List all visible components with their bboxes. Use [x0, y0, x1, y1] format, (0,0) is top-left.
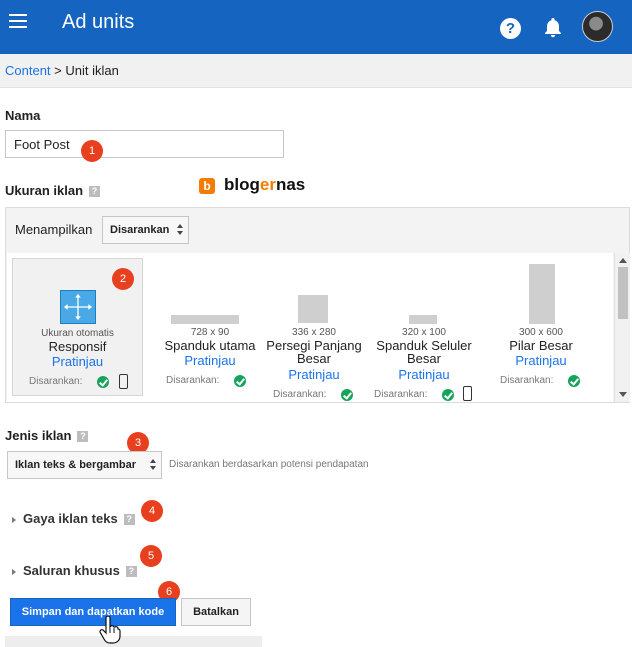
ad-type-hint: Disarankan berdasarkan potensi pendapata… [169, 459, 369, 470]
ad-unit-name: Spanduk Seluler Besar [376, 338, 472, 366]
breadcrumb-link-content[interactable]: Content [5, 63, 51, 78]
check-circle-icon [97, 376, 109, 388]
text-ad-style-toggle[interactable]: Gaya iklan teks? [12, 511, 135, 526]
ad-unit-leaderboard[interactable]: 728 x 90 Spanduk utama Pratinjau Disaran… [156, 258, 264, 396]
breadcrumb-separator: > [54, 63, 62, 78]
ad-type-value: Iklan teks & bergambar [15, 459, 137, 471]
menu-icon[interactable] [9, 14, 27, 28]
recommended-label: Disarankan: [166, 375, 220, 386]
blogernas-logo-text: blogernas [224, 175, 305, 195]
ad-type-label: Jenis iklan? [5, 428, 89, 443]
ad-unit-large-rectangle[interactable]: 336 x 280 Persegi Panjang Besar Pratinja… [264, 258, 364, 401]
ad-size-preview-shape [409, 315, 437, 324]
ad-unit-dimension: 300 x 600 [519, 327, 563, 338]
logo-text-part: blog [224, 175, 260, 194]
ad-unit-name: Spanduk utama [164, 338, 256, 353]
recommended-label: Disarankan: [374, 389, 428, 400]
breadcrumb: Content > Unit iklan [0, 54, 632, 88]
ad-size-preview-shape [171, 315, 239, 324]
top-app-bar: Ad units ? [0, 0, 632, 54]
hand-pointer-icon [99, 616, 121, 644]
ad-type-label-text: Jenis iklan [5, 428, 72, 443]
custom-channels-toggle[interactable]: Saluran khusus? [12, 563, 137, 578]
step-marker-4: 4 [141, 500, 163, 522]
ad-type-select[interactable]: Iklan teks & bergambar [7, 451, 162, 479]
help-icon[interactable]: ? [77, 431, 89, 443]
show-label: Menampilkan [15, 222, 93, 237]
mobile-phone-icon [119, 374, 128, 389]
ad-unit-large-mobile-banner[interactable]: 320 x 100 Spanduk Seluler Besar Pratinja… [371, 258, 477, 401]
ad-unit-large-skyscraper[interactable]: 300 x 600 Pilar Besar Pratinjau Disarank… [490, 258, 592, 396]
select-arrows-icon [177, 224, 183, 236]
check-circle-icon [234, 375, 246, 387]
size-filter-select[interactable]: Disarankan [102, 216, 189, 244]
ad-unit-name: Persegi Panjang Besar [266, 338, 362, 366]
preview-link[interactable]: Pratinjau [371, 367, 477, 382]
size-filter-value: Disarankan [110, 224, 170, 236]
ad-unit-scrollbar[interactable] [614, 253, 630, 402]
step-marker-2: 2 [112, 268, 134, 290]
blogernas-logo-icon: b [199, 178, 215, 194]
bottom-divider [5, 636, 262, 647]
text-ad-style-label: Gaya iklan teks [23, 511, 118, 526]
scroll-up-icon[interactable] [619, 258, 627, 263]
scroll-down-icon[interactable] [619, 392, 627, 397]
select-arrows-icon [150, 459, 156, 471]
step-marker-1: 1 [81, 140, 103, 162]
name-label: Nama [5, 108, 41, 123]
notification-bell-icon[interactable] [543, 17, 563, 39]
recommended-label: Disarankan: [500, 375, 554, 386]
responsive-resize-icon [60, 290, 96, 324]
preview-link[interactable]: Pratinjau [490, 353, 592, 368]
check-circle-icon [568, 375, 580, 387]
preview-link[interactable]: Pratinjau [264, 367, 364, 382]
help-icon[interactable]: ? [500, 18, 521, 39]
cancel-button[interactable]: Batalkan [181, 598, 251, 626]
ad-size-label-text: Ukuran iklan [5, 183, 84, 198]
ad-size-label: Ukuran iklan? [5, 183, 101, 198]
preview-link[interactable]: Pratinjau [156, 353, 264, 368]
ad-unit-name: Responsif [48, 339, 107, 354]
recommended-label: Disarankan: [29, 376, 83, 387]
check-circle-icon [341, 389, 353, 401]
check-circle-icon [442, 389, 454, 401]
help-icon[interactable]: ? [89, 186, 101, 198]
logo-text-accent: er [259, 175, 276, 194]
scroll-thumb[interactable] [618, 267, 628, 319]
ad-size-preview-shape [529, 264, 555, 324]
recommended-label: Disarankan: [273, 389, 327, 400]
help-icon[interactable]: ? [125, 566, 137, 578]
ad-unit-dimension: 336 x 280 [292, 327, 336, 338]
ad-size-preview-shape [298, 295, 328, 323]
caret-right-icon [12, 568, 16, 575]
ad-unit-dimension: 320 x 100 [402, 327, 446, 338]
ad-unit-name: Pilar Besar [509, 338, 573, 353]
mobile-phone-icon [463, 386, 472, 401]
step-marker-5: 5 [140, 545, 162, 567]
preview-link[interactable]: Pratinjau [13, 354, 142, 369]
avatar[interactable] [582, 11, 613, 42]
ad-size-panel: Menampilkan Disarankan Ukuran otomatis R… [5, 207, 630, 403]
page-title: Ad units [62, 11, 135, 33]
save-and-get-code-button[interactable]: Simpan dan dapatkan kode [10, 598, 176, 626]
ad-unit-dimension: 728 x 90 [190, 327, 230, 338]
caret-right-icon [12, 516, 16, 523]
logo-text-part: nas [275, 175, 306, 194]
name-input[interactable] [5, 130, 284, 158]
ad-unit-dimension: Ukuran otomatis [41, 328, 114, 339]
breadcrumb-current: Unit iklan [65, 63, 119, 78]
ad-unit-list: Ukuran otomatis Responsif Pratinjau Disa… [7, 253, 613, 402]
help-icon[interactable]: ? [123, 514, 135, 526]
custom-channels-label: Saluran khusus [23, 563, 120, 578]
